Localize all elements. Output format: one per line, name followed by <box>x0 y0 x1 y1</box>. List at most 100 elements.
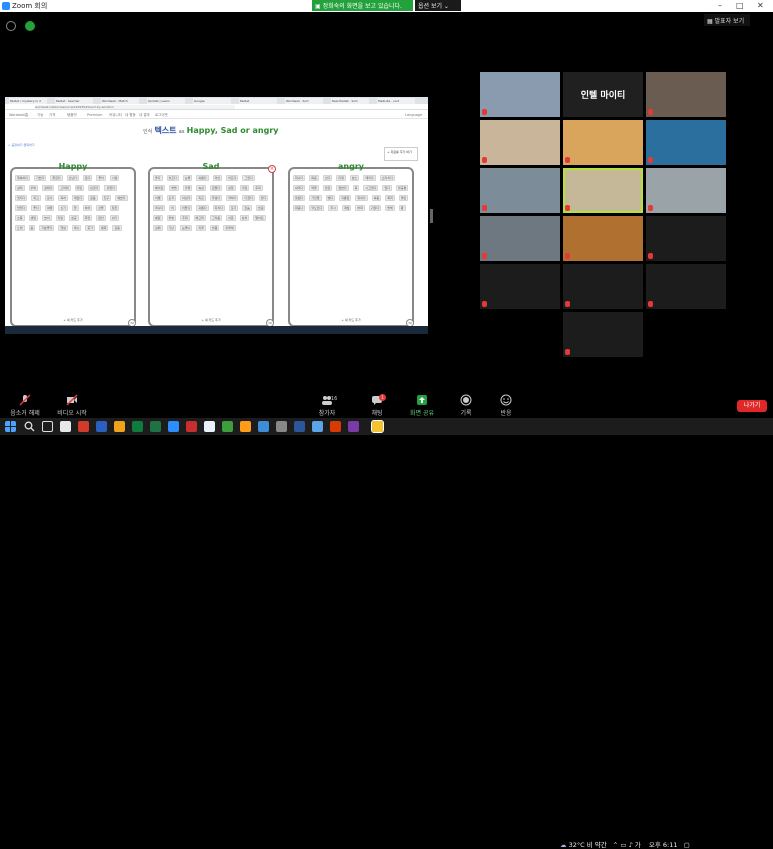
kakaotalk-icon[interactable] <box>371 420 384 433</box>
word-card[interactable]: 친구 <box>101 195 112 201</box>
word-card[interactable]: 설레 <box>15 185 25 191</box>
word-card[interactable]: 서운 <box>226 215 236 221</box>
word-card[interactable]: 괴롭힘 <box>339 195 352 201</box>
word-card[interactable]: 귀찮다 <box>368 205 382 211</box>
view-options-button[interactable]: 옵션 보기 ⌄ <box>415 0 461 11</box>
word-card[interactable]: 박수 <box>71 225 82 231</box>
network-icon[interactable]: ▭ <box>620 841 626 849</box>
word-card[interactable]: 편안 <box>96 215 106 221</box>
participant-tile[interactable] <box>480 168 560 213</box>
word-card[interactable]: 눈물나 <box>180 225 193 231</box>
word-card[interactable]: 지루 <box>196 225 206 231</box>
participant-tile[interactable] <box>563 264 643 309</box>
taskbar-app-icon[interactable] <box>96 421 107 432</box>
word-card[interactable]: 떠나다 <box>153 205 166 211</box>
reactions-button[interactable]: 반응 <box>495 394 517 417</box>
word-card[interactable]: 춤 <box>28 225 36 231</box>
word-card[interactable]: 이별 <box>153 195 163 201</box>
participant-tile[interactable] <box>563 216 643 261</box>
word-card[interactable]: 힘들다 <box>209 185 223 191</box>
word-card[interactable]: 가난 <box>166 225 177 231</box>
word-card[interactable]: 떨어짐 <box>253 215 266 221</box>
word-card[interactable]: 밉다 <box>382 185 392 191</box>
security-shield-icon[interactable] <box>25 21 36 31</box>
word-card[interactable]: 성공 <box>69 215 79 221</box>
word-card[interactable]: 불만 <box>398 195 409 201</box>
taskbar-app-icon[interactable] <box>312 421 323 432</box>
taskbar-app-icon[interactable] <box>78 421 89 432</box>
participants-button[interactable]: 참가자 <box>312 394 342 417</box>
word-card[interactable]: 평화 <box>98 225 109 231</box>
word-card[interactable]: 행복하다 <box>15 175 31 181</box>
site-menu-item[interactable]: 로그아웃 <box>155 113 168 118</box>
word-card[interactable]: 설레다 <box>42 185 55 191</box>
word-card[interactable]: 희망 <box>82 215 93 221</box>
site-menu-item[interactable]: 홈 <box>25 113 28 118</box>
leave-button[interactable]: 나가기 <box>737 400 767 412</box>
add-card-button[interactable]: + 새 카드 추가 <box>12 318 134 322</box>
word-card[interactable]: 좋아 <box>96 175 106 181</box>
add-card-button[interactable]: + 새 카드 추가 <box>150 318 272 322</box>
ime-indicator[interactable]: 가 <box>635 841 641 849</box>
word-card[interactable]: 쉬다 <box>109 215 120 221</box>
word-card[interactable]: 추워 <box>180 215 190 221</box>
word-card[interactable]: 때리다 <box>363 175 376 181</box>
word-card[interactable]: 방해 <box>385 205 395 211</box>
word-card[interactable]: 소리치다 <box>379 175 395 181</box>
word-card[interactable]: 사랑 <box>109 175 120 181</box>
record-button[interactable]: 기록 <box>455 394 477 417</box>
participant-tile[interactable] <box>646 264 726 309</box>
word-card[interactable]: 싫다 <box>322 175 333 181</box>
participant-tile[interactable] <box>480 72 560 117</box>
word-card[interactable]: 감사 <box>44 195 55 201</box>
word-card[interactable]: 쾅 <box>398 205 406 211</box>
word-card[interactable]: 괘씸 <box>341 205 352 211</box>
word-card[interactable]: 버럭 <box>355 205 365 211</box>
word-card[interactable]: 병원 <box>153 215 163 221</box>
chat-button[interactable]: 채팅 <box>364 394 390 417</box>
word-card[interactable]: 감동 <box>112 225 122 231</box>
word-card[interactable]: 웃음 <box>88 195 98 201</box>
word-card[interactable]: 고마워 <box>58 185 71 191</box>
word-card[interactable]: 헤어짐 <box>153 185 166 191</box>
participant-tile[interactable] <box>563 168 643 213</box>
info-icon[interactable] <box>6 21 16 31</box>
word-card[interactable]: 열받다 <box>336 185 349 191</box>
participant-tile[interactable] <box>646 168 726 213</box>
word-card[interactable]: 햇살 <box>58 225 68 231</box>
word-card[interactable]: 화내다 <box>355 195 368 201</box>
word-card[interactable]: 약오르다 <box>309 205 325 211</box>
taskbar-app-icon[interactable] <box>276 421 287 432</box>
word-card[interactable]: 괴롭다 <box>196 205 209 211</box>
taskbar-app-icon[interactable] <box>168 421 179 432</box>
word-card[interactable]: 짜증나 <box>293 205 306 211</box>
word-card[interactable]: 꽃 <box>71 205 79 211</box>
speaker-view-button[interactable]: ▦ 발표자 보기 <box>704 14 750 26</box>
word-card[interactable]: 시끄럽다 <box>363 185 379 191</box>
notification-icon[interactable]: ▢ <box>684 841 690 849</box>
word-card[interactable]: 한숨 <box>242 205 252 211</box>
word-card[interactable]: 불공평 <box>395 185 409 191</box>
word-card[interactable]: 포기 <box>228 205 239 211</box>
word-card[interactable]: 외롭다 <box>196 175 209 181</box>
participant-tile[interactable] <box>563 312 643 357</box>
taskbar-app-icon[interactable] <box>60 421 71 432</box>
site-menu-item[interactable]: 기능 <box>37 113 43 118</box>
close-button[interactable]: ✕ <box>757 1 764 10</box>
word-card[interactable]: 휴가 <box>85 225 95 231</box>
word-card[interactable]: 생일 <box>28 215 39 221</box>
task-view-icon[interactable] <box>42 421 53 432</box>
mute-button[interactable]: 음소거 해제 <box>6 394 44 417</box>
word-card[interactable]: 거짓말 <box>309 195 322 201</box>
word-card[interactable]: 여행 <box>44 205 55 211</box>
participant-tile[interactable] <box>480 264 560 309</box>
word-card[interactable]: 혼자 <box>166 195 177 201</box>
video-button[interactable]: 비디오 시작 <box>52 394 92 417</box>
search-icon[interactable] <box>24 421 35 432</box>
minimize-button[interactable]: – <box>718 1 722 10</box>
share-screen-button[interactable]: 화면 공유 <box>405 394 439 417</box>
word-card[interactable]: 답답 <box>322 185 333 191</box>
taskbar-app-icon[interactable] <box>204 421 215 432</box>
word-card[interactable]: 따뜻 <box>74 185 85 191</box>
participant-tile[interactable]: 인텔 마이티 <box>563 72 643 117</box>
